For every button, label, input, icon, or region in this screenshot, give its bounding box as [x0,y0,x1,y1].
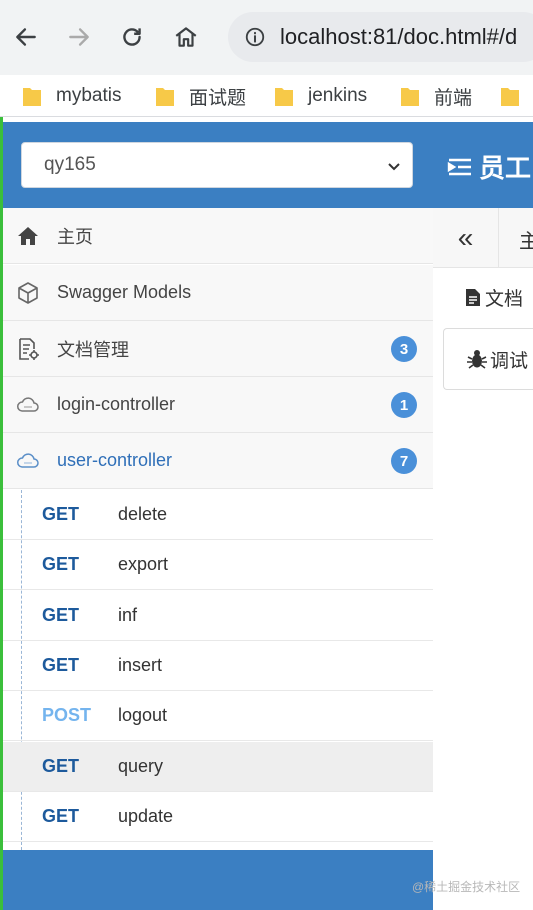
app-header: qy165 员工 [3,122,533,208]
folder-icon [501,88,519,106]
api-path: update [118,806,174,826]
browser-toolbar: localhost:81/doc.html#/d [0,0,533,75]
sidebar-item-label: 主页 [57,226,93,247]
bookmark-label: 前端 [434,87,473,109]
cloud-icon [15,448,41,474]
address-bar[interactable]: localhost:81/doc.html#/d [228,12,533,62]
api-item-logout[interactable]: POST logout [3,691,433,741]
menu-toggle-icon[interactable] [447,156,473,178]
forward-button[interactable] [61,19,97,55]
http-method: POST [42,705,92,725]
sidebar-item-label: login-controller [57,394,176,414]
http-method: GET [42,504,80,524]
tab-home[interactable]: 主 [519,225,533,254]
back-button[interactable] [8,19,44,55]
bookmark-label: 面试题 [189,87,247,109]
api-path: delete [118,504,168,524]
folder-icon [156,88,174,106]
api-path: inf [118,605,138,625]
double-chevron-left-icon: « [457,222,474,253]
file-text-icon [466,289,480,306]
folder-icon [275,88,293,106]
count-badge: 1 [391,392,417,418]
tab-scroll-left-button[interactable]: « [433,208,499,268]
doc-settings-icon [15,336,41,362]
main-content: « 主 文档 调试 [433,208,533,910]
api-path: query [118,756,164,776]
api-item-inf[interactable]: GET inf [3,591,433,641]
group-select-value: qy165 [44,154,96,175]
api-item-delete[interactable]: GET delete [3,490,433,540]
tab-debug-label: 调试 [490,350,529,372]
group-select[interactable]: qy165 [21,142,413,188]
watermark: @稀土掘金技术社区 [412,880,521,894]
http-method: GET [42,806,80,826]
sidebar-item-login-controller[interactable]: login-controller 1 [3,377,433,433]
bookmarks-bar: mybatis 面试题 jenkins 前端 [0,75,533,117]
arrow-left-icon [16,28,36,46]
bookmark-interview[interactable]: 面试题 [155,83,246,109]
tab-debug[interactable]: 调试 [443,328,533,390]
api-path: insert [118,655,163,675]
reload-icon [123,28,141,46]
api-item-insert[interactable]: GET insert [3,641,433,691]
cube-icon [15,280,41,306]
api-path: export [118,554,169,574]
tab-doc-label: 文档 [485,289,524,310]
sidebar-item-doc-management[interactable]: 文档管理 3 [3,321,433,377]
home-button[interactable] [168,19,204,55]
api-list: GET delete GET export GET inf GET insert… [3,490,433,850]
http-method: GET [42,756,80,776]
http-method: GET [42,605,80,625]
api-item-export[interactable]: GET export [3,540,433,590]
sidebar: 主页 Swagger Models 文档管理 3 login-controlle… [3,208,433,910]
bookmark-more[interactable] [500,83,533,109]
sidebar-item-label: Swagger Models [57,282,192,302]
api-path: logout [118,705,168,725]
http-method: GET [42,655,80,675]
sidebar-item-label: user-controller [57,450,173,470]
cloud-icon [15,392,41,418]
api-item-update[interactable]: GET update [3,792,433,842]
tab-doc[interactable]: 文档 [465,284,523,311]
home-icon [15,223,41,249]
sidebar-item-home[interactable]: 主页 [3,208,433,264]
http-method: GET [42,554,80,574]
info-icon [245,27,265,47]
sidebar-item-label: 文档管理 [57,339,129,360]
tab-bar: « 主 [433,208,533,268]
bookmark-jenkins[interactable]: jenkins [274,83,367,109]
count-badge: 3 [391,336,417,362]
folder-icon [23,88,41,106]
bookmark-label: jenkins [308,85,368,106]
reload-button[interactable] [114,19,150,55]
page-title-text: 员工 [479,153,532,183]
count-badge: 7 [391,448,417,474]
chevron-down-icon [388,163,400,171]
url-text: localhost:81/doc.html#/d [280,24,518,49]
bug-icon [467,350,487,369]
bookmark-frontend[interactable]: 前端 [400,83,472,109]
folder-icon [401,88,419,106]
sidebar-item-user-controller[interactable]: user-controller 7 [3,433,433,489]
arrow-right-icon [69,28,89,46]
sidebar-footer [3,850,433,910]
bookmark-label: mybatis [56,85,122,106]
bookmark-mybatis[interactable]: mybatis [22,83,121,109]
api-item-query[interactable]: GET query [3,742,433,792]
house-icon [175,27,197,47]
page-title: 员工 [447,148,531,185]
sidebar-item-swagger-models[interactable]: Swagger Models [3,265,433,321]
